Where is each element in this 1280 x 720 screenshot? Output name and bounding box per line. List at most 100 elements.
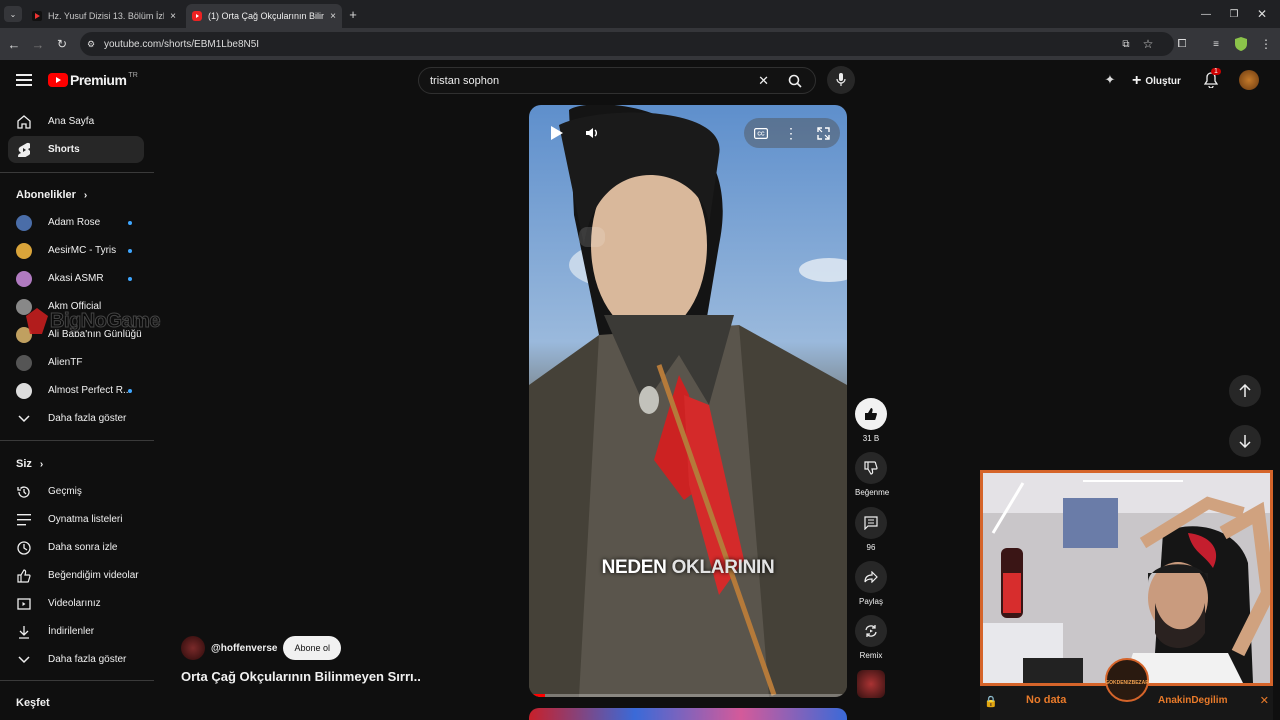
sidebar-divider	[0, 680, 154, 681]
maximize-icon[interactable]: ❐	[1224, 6, 1244, 22]
remix-icon[interactable]	[855, 615, 887, 647]
you-show-more[interactable]: Daha fazla göster	[8, 646, 144, 673]
extensions-icon[interactable]: ⧠	[1174, 36, 1190, 52]
share-icon[interactable]	[855, 561, 887, 593]
create-button[interactable]: + Oluştur	[1132, 72, 1181, 90]
play-button[interactable]	[547, 123, 567, 143]
tab-2-active[interactable]: (1) Orta Çağ Okçularının Bilinm ×	[186, 4, 342, 28]
new-content-dot	[128, 220, 132, 225]
tab-close-icon[interactable]: ×	[170, 11, 176, 22]
site-info-icon[interactable]: ⚙	[87, 39, 95, 50]
subscription-item[interactable]: Almost Perfect R...	[8, 377, 144, 404]
channel-name: Adam Rose	[48, 217, 101, 228]
new-tab-button[interactable]: +	[346, 6, 360, 22]
subscription-item[interactable]: AlienTF	[8, 349, 144, 376]
tab-title: (1) Orta Çağ Okçularının Bilinm	[208, 11, 325, 21]
you-title: Siz	[16, 458, 32, 470]
sidebar-item-playlists[interactable]: Oynatma listeleri	[8, 506, 144, 533]
sidebar-item-home[interactable]: Ana Sayfa	[8, 108, 144, 135]
sidebar-item-label: Oynatma listeleri	[48, 514, 123, 525]
captions-icon[interactable]: CC	[751, 123, 771, 143]
more-options-icon[interactable]: ⋮	[781, 123, 801, 143]
next-short-button[interactable]	[1229, 425, 1261, 457]
stream-watermark: BigNoGame	[26, 308, 161, 334]
sidebar-item-downloads[interactable]: İndirilenler	[8, 618, 144, 645]
sidebar-item-label: Beğendiğim videolar	[48, 570, 139, 581]
hamburger-menu-icon[interactable]	[14, 71, 34, 89]
sidebar-item-liked-videos[interactable]: Beğendiğim videolar	[8, 562, 144, 589]
install-app-icon[interactable]: ⧉	[1118, 36, 1134, 52]
dislike-action[interactable]: Beğenme	[855, 452, 889, 497]
address-toolbar: ← → ↻ ⚙ youtube.com/shorts/EBM1Lbe8N5I ⧉…	[0, 28, 1280, 60]
channel-avatar[interactable]	[181, 636, 205, 660]
fullscreen-icon[interactable]	[813, 123, 833, 143]
previous-short-button[interactable]	[1229, 375, 1261, 407]
shorts-video-player[interactable]: CC ⋮ NEDEN OKLARININ	[529, 105, 847, 697]
tab-1[interactable]: Hz. Yusuf Dizisi 13. Bölüm İzle - ×	[26, 4, 182, 28]
like-icon[interactable]	[855, 398, 887, 430]
sidebar-item-history[interactable]: Geçmiş	[8, 478, 144, 505]
webcam-left-text: No data	[1026, 694, 1067, 706]
youtube-favicon-icon	[192, 11, 202, 21]
subscribe-button[interactable]: Abone ol	[283, 636, 341, 660]
download-icon	[16, 624, 32, 640]
sidebar-item-shorts[interactable]: Shorts	[8, 136, 144, 163]
remix-action[interactable]: Remix	[855, 615, 887, 660]
remix-label: Remix	[859, 651, 883, 660]
sidebar-item-label: Daha fazla göster	[48, 654, 127, 665]
progress-bar[interactable]	[529, 694, 847, 697]
address-bar[interactable]: ⚙ youtube.com/shorts/EBM1Lbe8N5I	[80, 32, 1174, 56]
media-control-icon[interactable]: ≡	[1208, 36, 1224, 52]
sound-thumbnail[interactable]	[857, 670, 885, 698]
bookmark-star-icon[interactable]: ☆	[1140, 36, 1156, 52]
next-short-preview[interactable]	[529, 708, 847, 720]
sidebar-item-your-videos[interactable]: Videolarınız	[8, 590, 144, 617]
channel-avatar	[16, 382, 32, 399]
home-icon	[16, 114, 32, 130]
shield-extension-icon[interactable]	[1233, 36, 1249, 52]
channel-name: Almost Perfect R...	[48, 385, 132, 396]
tab-search-icon[interactable]: ⌄	[4, 6, 22, 22]
search-button[interactable]	[775, 67, 815, 94]
share-action[interactable]: Paylaş	[855, 561, 887, 606]
comment-icon[interactable]	[855, 507, 887, 539]
channel-handle[interactable]: @hoffenverse	[211, 643, 277, 654]
playlists-icon	[16, 512, 32, 528]
progress-fill	[529, 694, 545, 697]
subscriptions-header[interactable]: Abonelikler ›	[16, 189, 87, 201]
subscription-item[interactable]: AesirMC - Tyris	[8, 237, 144, 264]
search-input[interactable]: tristan sophon ✕	[418, 67, 816, 94]
clear-search-icon[interactable]: ✕	[758, 73, 769, 89]
logo-text: Premium	[70, 72, 127, 88]
sidebar-item-watch-later[interactable]: Daha sonra izle	[8, 534, 144, 561]
streamer-logo-text: GOKDENIZBEZAR	[1105, 680, 1149, 686]
dislike-icon[interactable]	[855, 452, 887, 484]
chevron-right-icon: ›	[39, 458, 44, 470]
you-header[interactable]: Siz ›	[16, 458, 43, 470]
volume-icon	[586, 128, 597, 138]
like-count: 31 B	[862, 434, 880, 443]
forward-icon[interactable]: →	[30, 36, 46, 52]
history-icon	[16, 484, 32, 500]
subscription-item[interactable]: Akasi ASMR	[8, 265, 144, 292]
like-action[interactable]: 31 B	[855, 398, 887, 443]
reload-icon[interactable]: ↻	[54, 36, 70, 52]
comment-action[interactable]: 96	[855, 507, 887, 552]
tab-close-icon[interactable]: ×	[330, 11, 336, 22]
notifications-button[interactable]: 1	[1202, 68, 1221, 89]
account-avatar[interactable]	[1239, 70, 1259, 90]
minimize-icon[interactable]: —	[1196, 6, 1216, 22]
youtube-premium-logo[interactable]: Premium TR	[48, 72, 138, 88]
subscription-item[interactable]: Adam Rose	[8, 209, 144, 236]
subscriptions-show-more[interactable]: Daha fazla göster	[8, 405, 144, 432]
streamer-logo: GOKDENIZBEZAR	[1105, 658, 1149, 702]
tab-title: Hz. Yusuf Dizisi 13. Bölüm İzle -	[48, 11, 165, 21]
close-window-icon[interactable]: ✕	[1252, 6, 1272, 22]
logo-country: TR	[128, 72, 138, 79]
cast-studio-icon[interactable]: ✦	[1101, 72, 1119, 88]
browser-menu-icon[interactable]: ⋮	[1258, 36, 1274, 52]
voice-search-button[interactable]	[827, 66, 855, 94]
back-icon[interactable]: ←	[6, 36, 22, 52]
watermark-text: BigNoGame	[50, 309, 161, 332]
volume-button[interactable]	[582, 123, 602, 143]
